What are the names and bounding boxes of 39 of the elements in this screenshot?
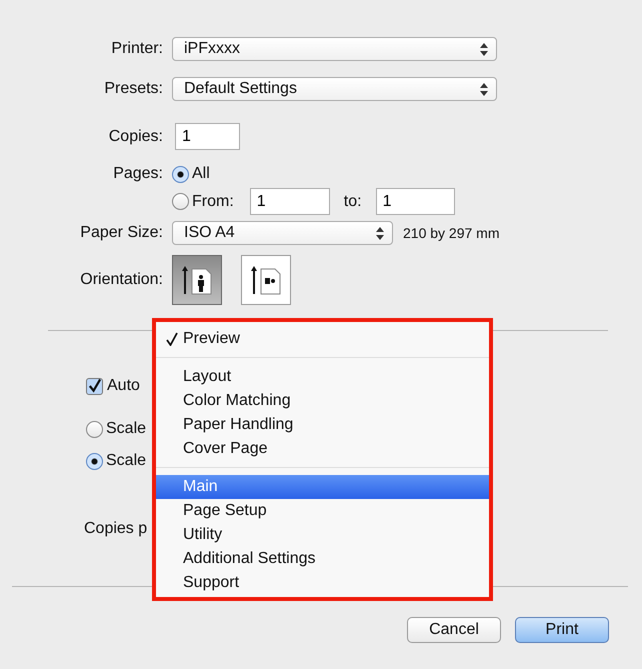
presets-popup[interactable]: Default Settings <box>172 77 497 101</box>
pages-label: Pages: <box>112 165 163 183</box>
menu-item[interactable]: Main <box>156 475 489 499</box>
menu-item[interactable]: Paper Handling <box>156 413 489 437</box>
radio-button[interactable]: From: <box>172 192 234 210</box>
menu-item[interactable]: Color Matching <box>156 389 489 413</box>
auto-checkbox[interactable]: Auto <box>86 377 140 395</box>
menu-item[interactable]: Page Setup <box>156 499 489 523</box>
menu-item[interactable]: Cover Page <box>156 437 489 461</box>
menu-item[interactable]: Support <box>156 571 489 595</box>
to-page-field[interactable]: 1 <box>376 188 455 215</box>
copies-per-label: Copies p <box>84 520 148 538</box>
scale-radio-button[interactable]: Scale <box>86 452 146 470</box>
up-down-arrows-icon <box>480 82 488 96</box>
paper-dimensions: 210 by 297 mm <box>403 225 500 241</box>
paper-size-popup[interactable]: ISO A4 <box>172 221 393 245</box>
menu-item[interactable]: Additional Settings <box>156 547 489 571</box>
from-page-field[interactable]: 1 <box>250 188 330 215</box>
orientation-label: Orientation: <box>79 271 163 289</box>
scale-radio-button[interactable]: Scale <box>86 420 146 438</box>
menu-item[interactable]: Utility <box>156 523 489 547</box>
printer-popup[interactable]: iPFxxxx <box>172 37 497 61</box>
presets-label: Presets: <box>103 80 163 98</box>
menu-item[interactable]: Preview <box>156 327 489 351</box>
radio-button[interactable]: All <box>172 165 210 183</box>
checkmark-icon <box>166 332 178 346</box>
paper-size-label: Paper Size: <box>79 224 163 242</box>
landscape-button[interactable] <box>241 255 291 305</box>
printer-label: Printer: <box>110 40 163 58</box>
up-down-arrows-icon <box>480 42 488 56</box>
copies-label: Copies: <box>108 128 163 146</box>
menu-item[interactable]: Layout <box>156 365 489 389</box>
portrait-button[interactable] <box>172 255 222 305</box>
to-label: to: <box>344 192 362 210</box>
checkmark-icon <box>87 378 102 394</box>
up-down-arrows-icon <box>376 226 384 240</box>
cancel-button[interactable]: Cancel <box>407 617 501 643</box>
copies-field[interactable]: 1 <box>175 123 240 150</box>
print-button[interactable]: Print <box>515 617 609 643</box>
